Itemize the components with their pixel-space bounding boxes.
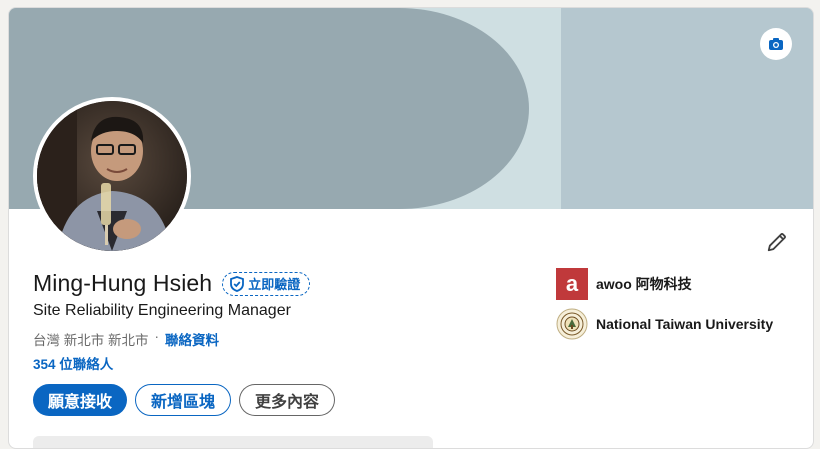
next-card-edge — [33, 436, 433, 448]
avatar — [37, 101, 187, 251]
org-item-awoo[interactable]: a awoo 阿物科技 — [556, 268, 773, 300]
org-name: National Taiwan University — [596, 316, 774, 332]
profile-name: Ming-Hung Hsieh — [33, 270, 213, 296]
awoo-logo: a — [556, 268, 588, 300]
connections-link[interactable]: 354 位聯絡人 — [33, 353, 113, 373]
org-name: awoo 阿物科技 — [596, 276, 692, 292]
contact-info-link[interactable]: 聯絡資料 — [165, 329, 219, 349]
profile-headline: Site Reliability Engineering Manager — [33, 302, 291, 319]
edit-profile-button[interactable] — [763, 228, 791, 256]
name-row: Ming-Hung Hsieh 立即驗證 — [33, 270, 311, 297]
more-button[interactable]: 更多內容 — [239, 384, 336, 416]
action-buttons: 願意接收 新增區塊 更多內容 — [33, 384, 336, 416]
edit-cover-button[interactable] — [760, 28, 792, 60]
pencil-icon — [767, 233, 786, 252]
camera-icon — [769, 38, 783, 50]
profile-photo[interactable] — [33, 97, 191, 255]
add-section-button[interactable]: 新增區塊 — [135, 384, 232, 416]
open-to-button[interactable]: 願意接收 — [33, 384, 128, 416]
org-item-ntu[interactable]: National Taiwan University — [556, 308, 773, 340]
verify-badge[interactable]: 立即驗證 — [222, 271, 311, 296]
ntu-seal-logo — [556, 308, 588, 340]
verify-label: 立即驗證 — [248, 277, 301, 292]
organizations-list: a awoo 阿物科技 National Taiwan University — [556, 268, 773, 348]
location-text: 台灣 新北市 新北市 — [33, 333, 149, 348]
location-row: 台灣 新北市 新北市 · 聯絡資料 — [33, 329, 219, 349]
shield-check-icon — [230, 275, 245, 292]
profile-card: Ming-Hung Hsieh 立即驗證 Site Reliability En… — [8, 7, 814, 449]
separator-dot: · — [154, 329, 160, 344]
